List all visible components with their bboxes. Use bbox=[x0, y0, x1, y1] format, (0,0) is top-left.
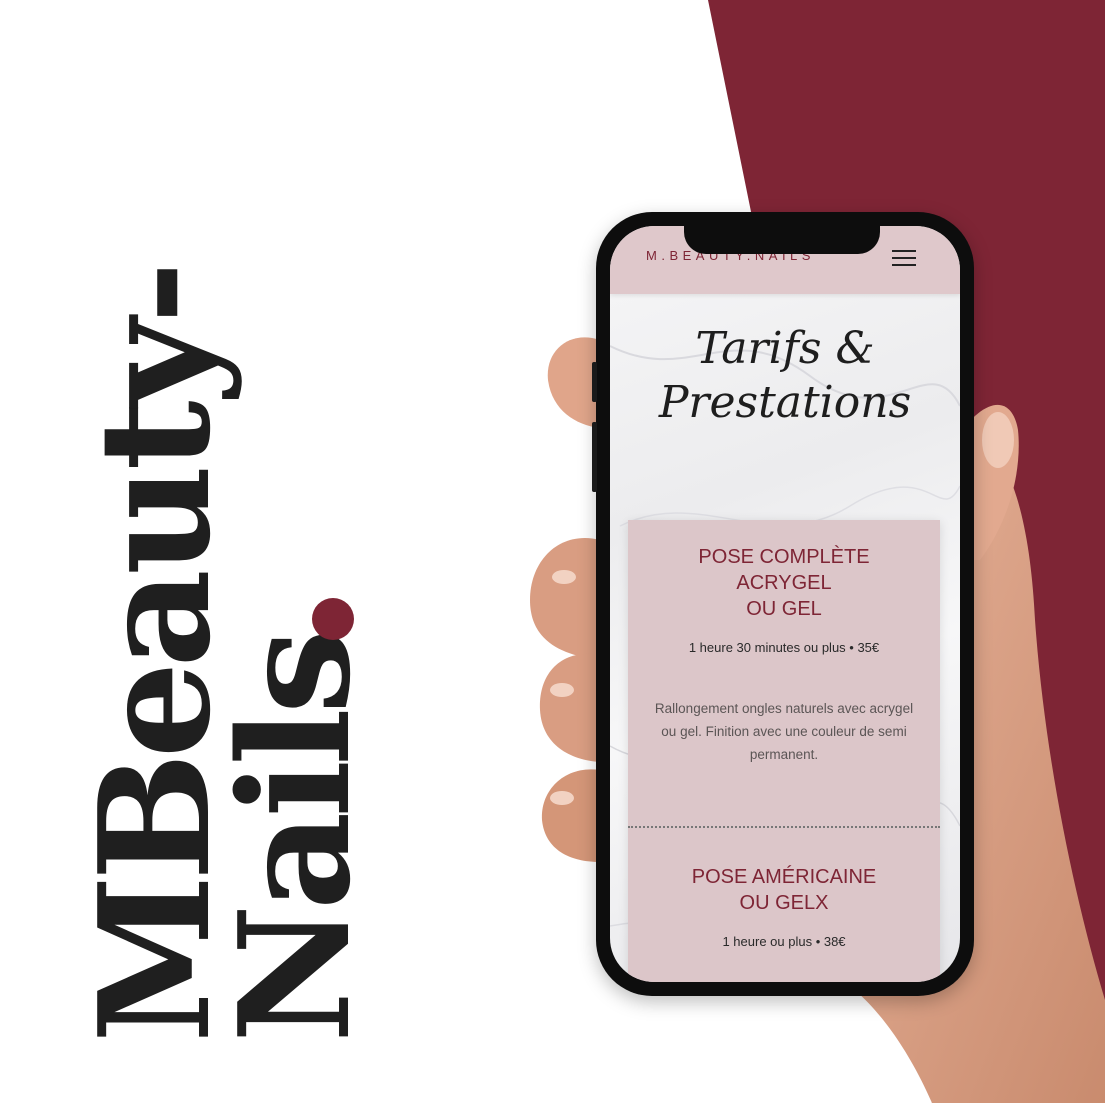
hamburger-menu-icon[interactable] bbox=[892, 250, 918, 268]
page-title-line-1: Tarifs & bbox=[695, 323, 875, 374]
service-title-line-2: OU GELX bbox=[739, 892, 829, 914]
phone-side-button bbox=[592, 362, 597, 402]
service-title: POSE COMPLÈTE ACRYGEL OU GEL bbox=[652, 544, 916, 622]
phone-notch bbox=[684, 226, 880, 254]
phone-screen: M.BEAUTY.NAILS Tarifs & Prestations POSE… bbox=[610, 226, 960, 982]
service-description: Rallongement ongles naturels avec acryge… bbox=[654, 701, 914, 762]
service-duration-price: 1 heure ou plus • 38€ bbox=[722, 934, 846, 949]
page-title-line-2: Prestations bbox=[658, 377, 912, 428]
phone-mockup: M.BEAUTY.NAILS Tarifs & Prestations POSE… bbox=[592, 212, 974, 996]
service-title: POSE AMÉRICAINE OU GELX bbox=[652, 864, 916, 916]
service-title-line-1: POSE COMPLÈTE ACRYGEL bbox=[698, 546, 870, 594]
service-item: POSE AMÉRICAINE OU GELX 1 heure ou plus … bbox=[628, 864, 940, 949]
phone-volume-button bbox=[592, 422, 597, 492]
service-title-line-1: POSE AMÉRICAINE bbox=[691, 866, 877, 888]
services-card: POSE COMPLÈTE ACRYGEL OU GEL 1 heure 30 … bbox=[628, 520, 940, 982]
service-duration-price: 1 heure 30 minutes ou plus • 35€ bbox=[688, 640, 880, 655]
service-title-line-2: OU GEL bbox=[746, 598, 822, 620]
service-item: POSE COMPLÈTE ACRYGEL OU GEL 1 heure 30 … bbox=[628, 544, 940, 766]
page-title: Tarifs & Prestations bbox=[610, 322, 960, 430]
service-divider bbox=[628, 826, 940, 828]
